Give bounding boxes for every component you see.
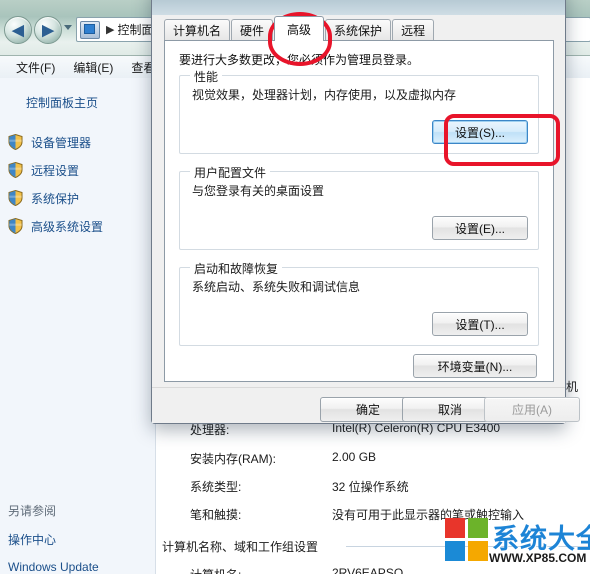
sidebar-item-remote-settings[interactable]: 远程设置 <box>8 156 158 184</box>
control-panel-icon <box>80 20 100 39</box>
tab-label: 计算机名 <box>173 24 222 38</box>
sidebar-task-list: 设备管理器 远程设置 系统保护 高级系统设置 <box>8 128 158 240</box>
tab-system-protection[interactable]: 系统保护 <box>325 19 392 41</box>
row-label: 系统类型: <box>190 480 242 494</box>
shield-icon <box>8 134 23 150</box>
sidebar-item-windows-update[interactable]: Windows Update <box>8 553 158 574</box>
row-label: 安装内存(RAM): <box>190 452 276 466</box>
shield-icon <box>8 218 23 234</box>
row-label: 笔和触摸: <box>190 508 242 522</box>
user-profiles-settings-button[interactable]: 设置(E)... <box>432 216 528 240</box>
system-info-row-computer-name: 计算机名: 2RV6EAPSO <box>156 566 590 574</box>
tab-strip: 计算机名 硬件 高级 系统保护 远程 <box>164 16 554 41</box>
recent-pages-dropdown-icon[interactable] <box>64 25 72 30</box>
system-properties-dialog: 系统属性 计算机名 硬件 高级 系统保护 远程 要进行大多数更改，您必须作为管理… <box>151 0 580 424</box>
back-arrow-icon: ◀ <box>12 21 24 39</box>
tab-advanced[interactable]: 高级 <box>274 16 325 41</box>
performance-settings-button[interactable]: 设置(S)... <box>432 120 528 144</box>
row-label: 计算机名: <box>190 566 241 574</box>
startup-recovery-settings-button[interactable]: 设置(T)... <box>432 312 528 336</box>
tab-hardware[interactable]: 硬件 <box>231 19 274 41</box>
shield-icon <box>8 162 23 178</box>
sidebar-item-device-manager[interactable]: 设备管理器 <box>8 128 158 156</box>
row-value: 2RV6EAPSO <box>332 566 404 574</box>
sidebar-item-label: 操作中心 <box>8 533 57 547</box>
group-header-rule <box>346 546 590 547</box>
shield-icon <box>8 190 23 206</box>
row-value: 32 位操作系统 <box>332 480 409 494</box>
dialog-body: 计算机名 硬件 高级 系统保护 远程 要进行大多数更改，您必须作为管理员登录。 … <box>152 15 580 423</box>
menu-edit[interactable]: 编辑(E) <box>73 59 113 76</box>
user-profiles-group: 用户配置文件 与您登录有关的桌面设置 设置(E)... <box>179 164 539 250</box>
tab-remote[interactable]: 远程 <box>392 19 435 41</box>
sidebar-item-label: 高级系统设置 <box>31 219 104 234</box>
group-description: 系统启动、系统失败和调试信息 <box>192 280 361 294</box>
group-title: 性能 <box>190 68 223 85</box>
sidebar-item-control-panel-home[interactable]: 控制面板主页 <box>26 94 98 111</box>
performance-group: 性能 视觉效果，处理器计划，内存使用，以及虚拟内存 设置(S)... <box>179 68 539 154</box>
row-value: 2.00 GB <box>332 450 377 464</box>
see-also-list: 操作中心 Windows Update 性能信息和工具 <box>8 526 158 574</box>
group-header-label: 计算机名称、域和工作组设置 <box>162 540 319 554</box>
sidebar-item-action-center[interactable]: 操作中心 <box>8 526 158 553</box>
row-value: 没有可用于此显示器的笔或触控输入 <box>332 508 525 522</box>
tab-label: 系统保护 <box>334 24 383 38</box>
system-info-row-system-type: 系统类型: 32 位操作系统 <box>156 478 590 502</box>
tab-label: 高级 <box>287 22 312 37</box>
startup-recovery-group: 启动和故障恢复 系统启动、系统失败和调试信息 设置(T)... <box>179 260 539 346</box>
see-also-heading: 另请参阅 <box>8 504 57 518</box>
system-info-row-ram: 安装内存(RAM): 2.00 GB <box>156 450 590 474</box>
back-button[interactable]: ◀ <box>4 16 32 44</box>
tab-computer-name[interactable]: 计算机名 <box>164 19 231 41</box>
group-title: 启动和故障恢复 <box>190 260 283 277</box>
footer-divider <box>152 387 565 388</box>
dialog-titlebar[interactable]: 系统属性 <box>152 0 565 16</box>
sidebar-item-label: 系统保护 <box>31 191 80 206</box>
advanced-tab-panel: 要进行大多数更改，您必须作为管理员登录。 性能 视觉效果，处理器计划，内存使用，… <box>164 40 554 382</box>
menu-file[interactable]: 文件(F) <box>16 59 55 76</box>
sidebar-item-label: Windows Update <box>8 559 99 574</box>
group-title: 用户配置文件 <box>190 164 271 181</box>
forward-button[interactable]: ▶ <box>34 16 62 44</box>
environment-variables-button[interactable]: 环境变量(N)... <box>413 354 537 378</box>
breadcrumb-separator-icon: ▶ <box>106 24 115 36</box>
sidebar-item-label: 远程设置 <box>31 163 80 178</box>
system-info-row-processor: 处理器: Intel(R) Celeron(R) CPU E3400 <box>156 421 590 445</box>
navigation-pane: 控制面板主页 设备管理器 远程设置 系统保护 高级系统设置 另请参阅 操作中心 … <box>0 78 156 574</box>
sidebar-item-label: 设备管理器 <box>31 135 92 150</box>
sidebar-item-advanced-system-settings[interactable]: 高级系统设置 <box>8 212 158 240</box>
group-description: 视觉效果，处理器计划，内存使用，以及虚拟内存 <box>192 88 457 102</box>
forward-arrow-icon: ▶ <box>42 21 54 39</box>
tab-label: 远程 <box>401 24 426 38</box>
admin-note: 要进行大多数更改，您必须作为管理员登录。 <box>179 53 420 67</box>
group-description: 与您登录有关的桌面设置 <box>192 184 325 198</box>
tab-label: 硬件 <box>240 24 265 38</box>
apply-button: 应用(A) <box>484 397 580 422</box>
sidebar-item-system-protection[interactable]: 系统保护 <box>8 184 158 212</box>
system-info-row-pen-touch: 笔和触摸: 没有可用于此显示器的笔或触控输入 <box>156 506 590 530</box>
